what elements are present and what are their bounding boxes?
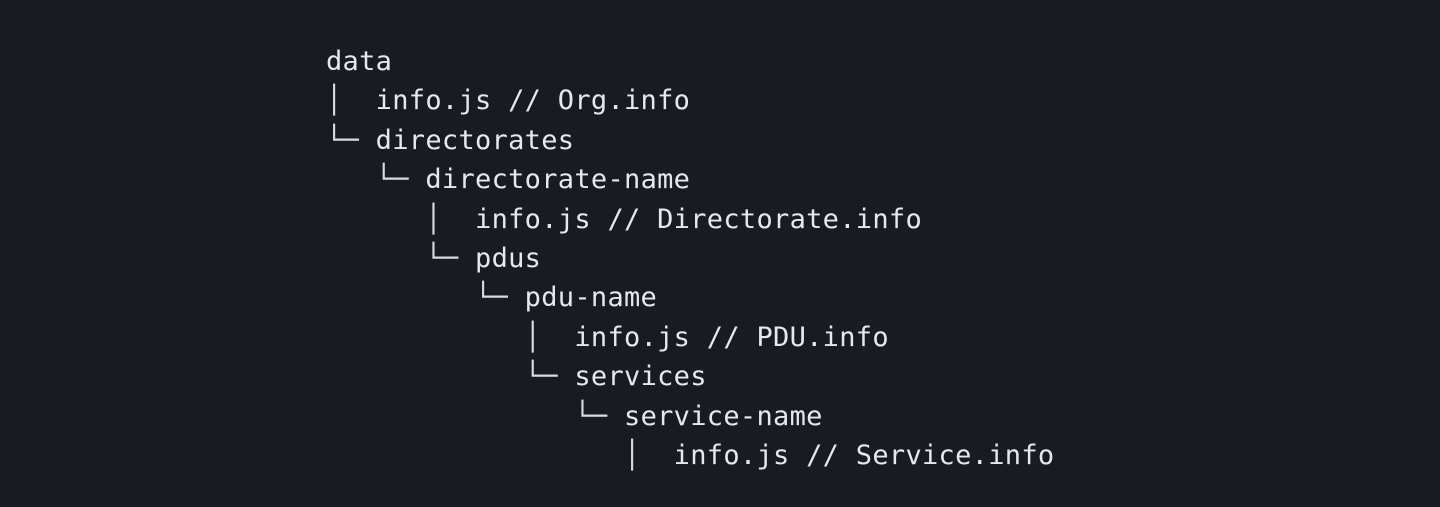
tree-connector: │ [524,321,575,353]
tree-line: └─ pdus [326,239,1054,278]
tree-node-label: directorates [375,124,575,156]
tree-node-label: info.js // PDU.info [574,321,889,353]
tree-node-label: pdus [475,242,542,274]
tree-node-label: pdu-name [524,282,658,314]
tree-line: └─ directorates [326,121,1054,160]
tree-node-label: info.js // Service.info [673,439,1055,471]
tree-line: └─ services [326,357,1054,396]
tree-connector: └─ [326,124,376,156]
tree-node-label: info.js // Org.info [375,85,691,117]
tree-node-label: services [574,361,707,393]
tree-node-label: service-name [624,400,823,432]
code-block: data │ info.js // Org.info └─ directorat… [0,0,1440,507]
tree-node-label: data [326,46,393,77]
tree-connector: └─ [524,361,575,393]
tree-line: └─ pdu-name [326,278,1054,317]
tree-connector: │ [425,203,476,235]
tree-connector: │ [624,439,674,471]
tree-line: └─ directorate-name [326,160,1054,199]
tree-connector: └─ [574,400,625,432]
tree-connector: └─ [475,282,525,314]
tree-line: │ info.js // Directorate.info [326,200,1054,239]
directory-tree: data │ info.js // Org.info └─ directorat… [326,42,1054,475]
tree-line: └─ service-name [326,397,1054,436]
tree-line: │ info.js // Service.info [326,436,1054,475]
tree-connector: │ [326,85,376,117]
tree-connector: └─ [425,242,476,274]
tree-line: │ info.js // PDU.info [326,318,1054,357]
tree-node-label: directorate-name [425,164,691,196]
tree-line: │ info.js // Org.info [326,81,1054,120]
tree-line: data [326,42,1054,81]
tree-node-label: info.js // Directorate.info [475,203,923,235]
tree-connector: └─ [375,164,426,196]
